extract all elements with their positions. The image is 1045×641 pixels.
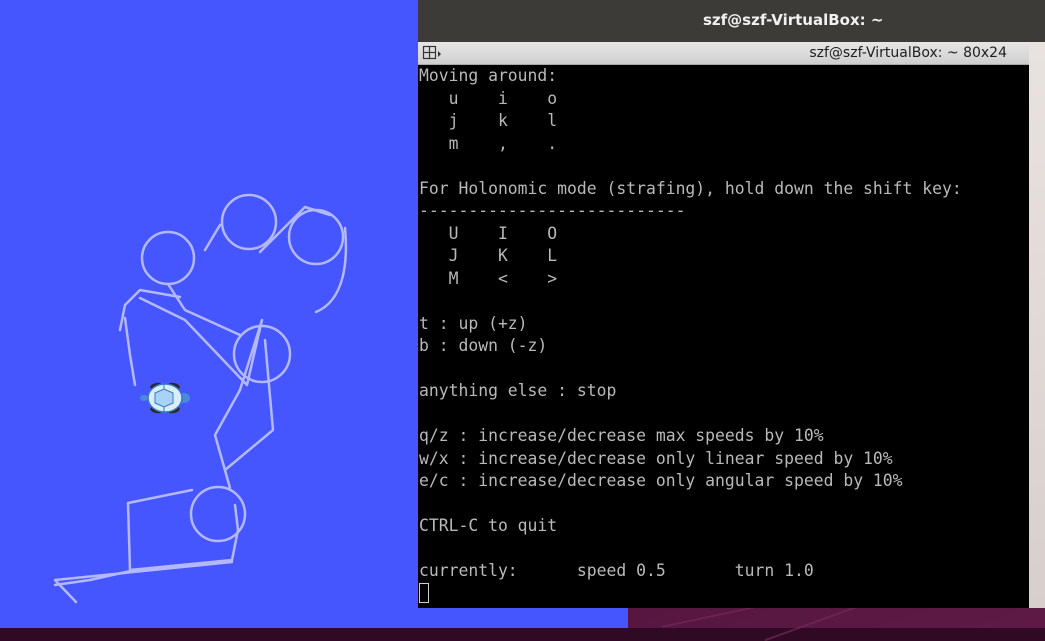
terminal-line: t : up (+z) xyxy=(419,313,528,333)
terminal-line: w/x : increase/decrease only linear spee… xyxy=(419,448,893,468)
window-header-title: szf@szf-VirtualBox: ~ xyxy=(703,11,884,29)
terminal-line: q/z : increase/decrease max speeds by 10… xyxy=(419,426,824,445)
terminal-screen[interactable]: Moving around: u i o j k l m , . For Hol… xyxy=(418,65,1029,608)
terminal-line: e/c : increase/decrease only angular spe… xyxy=(419,471,903,490)
trail-path xyxy=(126,488,240,572)
turtle-trail-drawing xyxy=(53,193,348,604)
trail-path xyxy=(258,205,332,254)
terminal-cursor xyxy=(419,583,429,603)
trail-loop xyxy=(232,324,292,384)
turtlesim-canvas-edge xyxy=(418,608,628,628)
turtle-icon xyxy=(140,382,190,414)
terminal-output: Moving around: u i o j k l m , . For Hol… xyxy=(418,65,1029,583)
terminal-line: j k l xyxy=(419,111,558,130)
trail-loop xyxy=(220,193,278,251)
terminal-menu-icon[interactable] xyxy=(422,45,444,61)
terminal-titlebar[interactable]: szf@szf-VirtualBox: ~ 80x24 xyxy=(418,42,1029,65)
terminal-line: Moving around: xyxy=(419,66,558,85)
trail-path xyxy=(314,226,348,314)
terminal-window[interactable]: szf@szf-VirtualBox: ~ 80x24 Moving aroun… xyxy=(418,42,1029,608)
terminal-line: U I O xyxy=(419,223,558,243)
turtle-trail xyxy=(53,193,348,604)
turtlesim-canvas xyxy=(0,0,418,628)
background-window-edge xyxy=(1029,42,1045,608)
terminal-line: m , . xyxy=(419,133,558,153)
terminal-line: CTRL-C to quit xyxy=(419,516,558,535)
trail-path xyxy=(203,223,222,252)
terminal-line: J K L xyxy=(419,246,558,265)
trail-path xyxy=(118,288,182,332)
terminal-line: currently: speed 0.5 turn 1.0 xyxy=(419,561,814,580)
window-header-bar[interactable]: szf@szf-VirtualBox: ~ xyxy=(418,0,1045,42)
trail-path xyxy=(166,282,242,337)
terminal-line: u i o xyxy=(419,88,558,108)
trail-loop xyxy=(140,230,196,286)
terminal-line: b : down (-z) xyxy=(419,336,548,355)
trail-loop xyxy=(287,208,345,266)
trail-path xyxy=(53,568,137,587)
terminal-line: anything else : stop xyxy=(419,381,617,400)
trail-path xyxy=(123,316,137,387)
terminal-title: szf@szf-VirtualBox: ~ 80x24 xyxy=(809,45,1007,61)
terminal-line: --------------------------- xyxy=(419,201,686,220)
terminal-line: M < > xyxy=(419,268,558,288)
terminal-line: For Holonomic mode (strafing), hold down… xyxy=(419,178,962,198)
